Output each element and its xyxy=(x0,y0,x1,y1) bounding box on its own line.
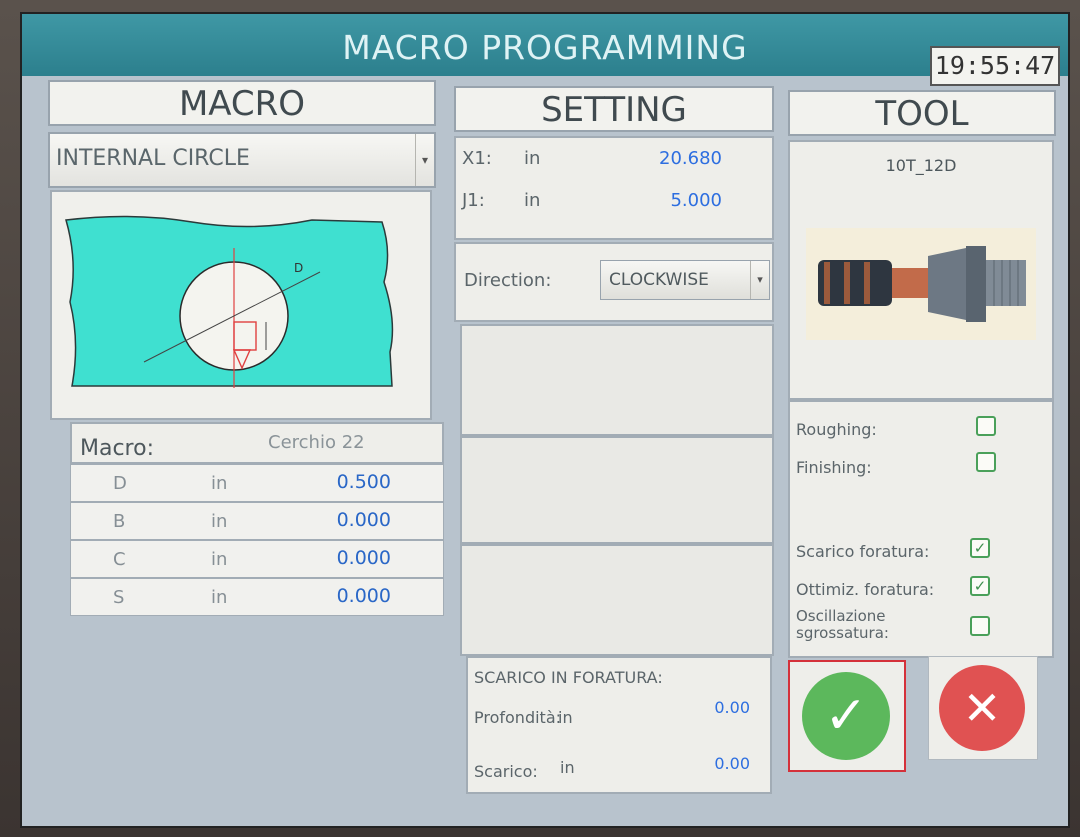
option-label: Oscillazione sgrossatura: xyxy=(796,607,889,642)
direction-panel: Direction: CLOCKWISE ▾ xyxy=(454,242,774,322)
hmi-screen: MACRO PROGRAMMING 19:55:47 MACRO SETTING… xyxy=(22,14,1068,826)
option-label: Scarico foratura: xyxy=(796,542,930,561)
param-name: D xyxy=(113,473,127,494)
param-name: C xyxy=(113,549,126,570)
clock: 19:55:47 xyxy=(930,46,1060,86)
param-row-b[interactable]: B in 0.000 xyxy=(70,502,444,540)
tool-panel: 10T_12D xyxy=(788,140,1054,400)
param-unit: in xyxy=(211,473,228,494)
macro-name-row: Macro: Cerchio 22 xyxy=(70,422,444,464)
coord-name: J1: xyxy=(462,190,485,211)
scarico-value[interactable]: 0.00 xyxy=(678,754,750,773)
internal-circle-diagram: D xyxy=(65,215,394,388)
oscillazione-checkbox[interactable] xyxy=(970,616,990,636)
x-icon[interactable]: ✕ xyxy=(939,665,1025,751)
roughing-checkbox[interactable] xyxy=(976,416,996,436)
macro-name: Cerchio 22 xyxy=(268,432,365,453)
param-value[interactable]: 0.000 xyxy=(311,509,391,531)
tool-image xyxy=(806,228,1036,340)
coord-name: X1: xyxy=(462,148,492,169)
coords-panel: X1: in 20.680 J1: in 5.000 xyxy=(454,136,774,240)
macro-diagram: D xyxy=(50,190,432,420)
coord-row-x1[interactable]: X1: in 20.680 xyxy=(462,148,762,178)
param-row-d[interactable]: D in 0.500 xyxy=(70,464,444,502)
check-icon: ✓ xyxy=(973,577,987,595)
scarico-unit: in xyxy=(560,758,575,777)
chevron-down-icon[interactable]: ▾ xyxy=(750,261,769,299)
param-unit: in xyxy=(211,511,228,532)
coord-value[interactable]: 20.680 xyxy=(642,148,722,169)
cancel-button[interactable]: ✕ xyxy=(928,656,1038,760)
direction-value: CLOCKWISE xyxy=(609,270,709,290)
profondita-value[interactable]: 0.00 xyxy=(678,698,750,717)
param-value[interactable]: 0.000 xyxy=(311,585,391,607)
param-name: S xyxy=(113,587,125,608)
empty-slot-3 xyxy=(460,544,774,656)
ottimiz-foratura-checkbox[interactable]: ✓ xyxy=(970,576,990,596)
window-title: MACRO PROGRAMMING xyxy=(342,28,748,67)
param-unit: in xyxy=(211,587,228,608)
tool-options-panel: Roughing: Finishing: Scarico foratura: ✓… xyxy=(788,400,1054,658)
param-row-c[interactable]: C in 0.000 xyxy=(70,540,444,578)
scarico-foratura-checkbox[interactable]: ✓ xyxy=(970,538,990,558)
scarico-title: SCARICO IN FORATURA: xyxy=(474,668,663,687)
coord-unit: in xyxy=(524,190,541,211)
param-row-s[interactable]: S in 0.000 xyxy=(70,578,444,616)
macro-type-select[interactable]: INTERNAL CIRCLE ▾ xyxy=(48,132,436,188)
title-bar: MACRO PROGRAMMING xyxy=(22,14,1068,76)
param-name: B xyxy=(113,511,126,532)
param-value[interactable]: 0.500 xyxy=(311,471,391,493)
coord-row-j1[interactable]: J1: in 5.000 xyxy=(462,190,762,220)
scarico-label: Scarico: xyxy=(474,762,538,781)
coord-value[interactable]: 5.000 xyxy=(642,190,722,211)
option-label: Roughing: xyxy=(796,420,877,439)
profondita-unit: in xyxy=(558,708,573,727)
tool-name: 10T_12D xyxy=(885,156,957,175)
param-unit: in xyxy=(211,549,228,570)
tool-header: TOOL xyxy=(788,90,1056,136)
diagram-d-label: D xyxy=(294,261,303,275)
finishing-checkbox[interactable] xyxy=(976,452,996,472)
check-icon: ✓ xyxy=(973,539,987,557)
check-icon[interactable]: ✓ xyxy=(802,672,890,760)
scarico-panel: SCARICO IN FORATURA: Profondità: in 0.00… xyxy=(466,656,772,794)
direction-label: Direction: xyxy=(464,270,552,291)
setting-header: SETTING xyxy=(454,86,774,132)
macro-type-value: INTERNAL CIRCLE xyxy=(56,146,250,171)
param-value[interactable]: 0.000 xyxy=(311,547,391,569)
option-label: Ottimiz. foratura: xyxy=(796,580,935,599)
confirm-button[interactable]: ✓ xyxy=(788,660,906,772)
macro-header: MACRO xyxy=(48,80,436,126)
empty-slot-1 xyxy=(460,324,774,436)
coord-unit: in xyxy=(524,148,541,169)
direction-select[interactable]: CLOCKWISE ▾ xyxy=(600,260,770,300)
chevron-down-icon[interactable]: ▾ xyxy=(415,134,434,186)
empty-slot-2 xyxy=(460,436,774,544)
option-label: Finishing: xyxy=(796,458,872,477)
profondita-label: Profondità: xyxy=(474,708,562,727)
macro-label: Macro: xyxy=(80,436,154,461)
